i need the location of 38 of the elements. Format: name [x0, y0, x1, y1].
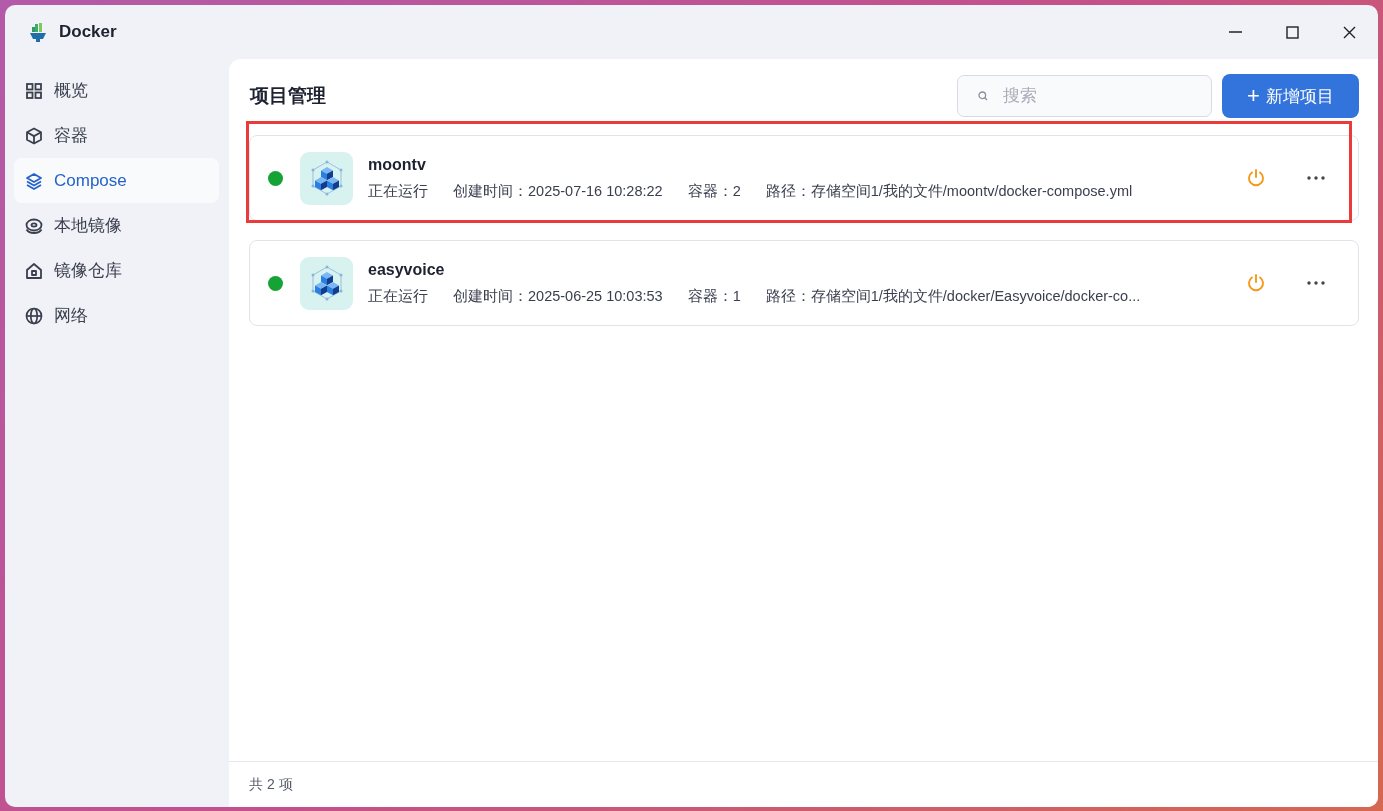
- container-count: 容器：2: [687, 181, 741, 201]
- power-icon: [1246, 273, 1266, 293]
- search-icon: [978, 91, 988, 101]
- project-path: 路径：存储空间1/我的文件/moontv/docker-compose.yml: [765, 181, 1133, 201]
- sidebar-item[interactable]: 镜像仓库: [14, 248, 219, 293]
- search-field[interactable]: 搜索: [957, 75, 1212, 117]
- grid-icon: [25, 81, 43, 100]
- item-count: 共 2 项: [249, 775, 293, 794]
- sidebar-item[interactable]: 容器: [14, 113, 219, 158]
- created-time: 创建时间：2025-07-16 10:28:22: [453, 181, 663, 201]
- sidebar-item[interactable]: 概览: [14, 68, 219, 113]
- add-project-button[interactable]: + 新增项目: [1222, 74, 1359, 118]
- minimize-icon: [1229, 31, 1242, 33]
- container-count: 容器：1: [687, 286, 741, 306]
- cubes-icon: [300, 151, 353, 205]
- page-title: 项目管理: [250, 84, 326, 108]
- project-card[interactable]: easyvoice 正在运行 创建时间：2025-06-25 10:03:53 容器：1 路径：存储空间1/我的文件/docker/Easyvoice/docker-co...: [249, 240, 1359, 326]
- globe-icon: [25, 306, 43, 325]
- more-icon: [1307, 281, 1325, 285]
- created-time: 创建时间：2025-06-25 10:03:53: [453, 286, 663, 306]
- window-title: Docker: [59, 22, 117, 42]
- sidebar-item[interactable]: Compose: [14, 158, 219, 203]
- project-name: moontv: [368, 155, 427, 174]
- status-text: 正在运行: [368, 286, 428, 306]
- cubes-icon: [300, 256, 353, 310]
- sidebar-item[interactable]: 网络: [14, 293, 219, 338]
- project-name: easyvoice: [368, 260, 446, 279]
- maximize-icon: [1286, 25, 1299, 39]
- project-path: 路径：存储空间1/我的文件/docker/Easyvoice/docker-co...: [765, 286, 1141, 306]
- power-icon: [1246, 168, 1266, 188]
- layers-icon: [25, 171, 43, 190]
- close-icon: [1343, 25, 1356, 39]
- more-icon: [1307, 176, 1325, 180]
- disk-icon: [25, 216, 43, 235]
- house-icon: [25, 261, 43, 280]
- status-text: 正在运行: [368, 181, 428, 201]
- cube-icon: [25, 126, 43, 145]
- sidebar-item[interactable]: 本地镜像: [14, 203, 219, 248]
